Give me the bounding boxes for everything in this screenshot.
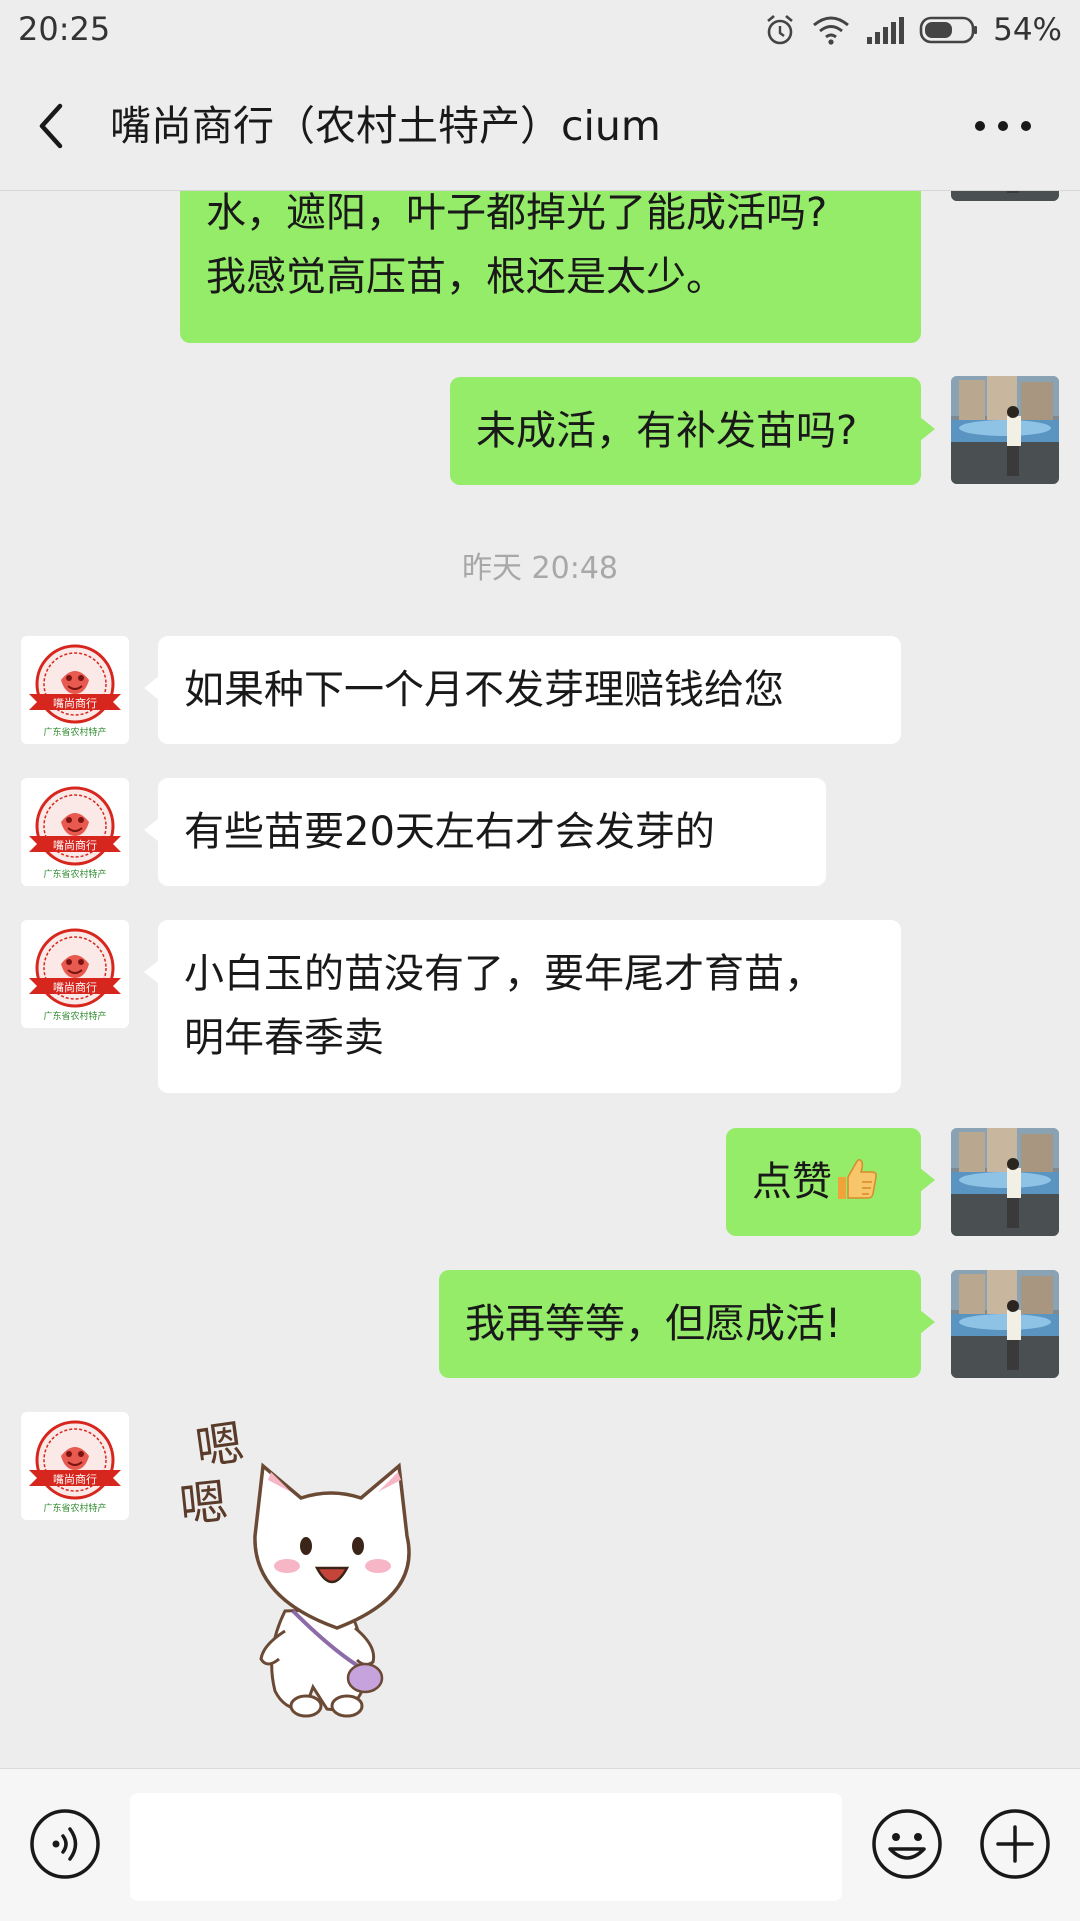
battery-percent: 54% (993, 12, 1062, 48)
alarm-icon (767, 15, 793, 45)
message-bubble-incoming[interactable]: 有些苗要20天左右才会发芽的 (144, 778, 826, 886)
message-bubble-incoming[interactable]: 如果种下一个月不发芽理赔钱给您 (144, 636, 901, 744)
message-list[interactable]: 水，遮阳，叶子都掉光了能成活吗? 我感觉高压苗，根还是太少。 未成活，有补发苗吗… (0, 191, 1080, 1768)
message-text-line: 水，遮阳，叶子都掉光了能成活吗? (206, 191, 828, 236)
signal-icon (867, 17, 905, 44)
input-bar (0, 1768, 1080, 1921)
back-button[interactable] (26, 98, 82, 154)
voice-button[interactable] (28, 1807, 102, 1881)
message-text-line: 小白玉的苗没有了，要年尾才育苗， (184, 951, 824, 997)
more-functions-button[interactable] (978, 1807, 1052, 1881)
status-bar: 20:25 54% (0, 0, 1080, 62)
chat-title: 嘴尚商行（农村土特产）cium (110, 102, 661, 150)
message-input[interactable] (130, 1793, 842, 1901)
message-bubble-outgoing[interactable]: 水，遮阳，叶子都掉光了能成活吗? 我感觉高压苗，根还是太少。 (180, 191, 921, 343)
message-bubble-outgoing[interactable]: 未成活，有补发苗吗? (450, 377, 935, 485)
message-text-line: 我感觉高压苗，根还是太少。 (206, 254, 726, 300)
message-bubble-outgoing[interactable]: 我再等等，但愿成活! (439, 1270, 935, 1378)
thumbs-up-icon (838, 1159, 877, 1199)
contact-avatar[interactable] (21, 778, 129, 886)
message-bubble-incoming[interactable]: 小白玉的苗没有了，要年尾才育苗， 明年春季卖 (144, 920, 901, 1093)
message-text: 如果种下一个月不发芽理赔钱给您 (184, 667, 784, 713)
message-bubble-outgoing[interactable]: 点赞 (726, 1128, 935, 1236)
cat-sticker[interactable]: 嗯 嗯 (175, 1406, 465, 1726)
message-text: 点赞 (752, 1159, 832, 1205)
contact-avatar[interactable] (21, 636, 129, 744)
status-icons: 54% (763, 10, 1062, 50)
status-time: 20:25 (18, 10, 111, 48)
user-avatar[interactable] (951, 191, 1059, 201)
message-timestamp: 昨天 20:48 (462, 551, 618, 586)
wifi-icon (813, 16, 850, 45)
user-avatar[interactable] (951, 1128, 1059, 1236)
contact-avatar[interactable] (21, 920, 129, 1028)
message-text: 未成活，有补发苗吗? (476, 408, 858, 454)
chat-header: 嘴尚商行（农村土特产）cium (0, 62, 1080, 191)
cat-illustration (253, 1462, 411, 1718)
more-options-button[interactable] (968, 106, 1038, 146)
emoji-button[interactable] (870, 1807, 944, 1881)
user-avatar[interactable] (951, 1270, 1059, 1378)
contact-avatar[interactable] (21, 1412, 129, 1520)
message-text: 我再等等，但愿成活! (465, 1301, 842, 1347)
message-text-line: 明年春季卖 (184, 1015, 384, 1061)
battery-icon (919, 16, 978, 44)
message-text: 有些苗要20天左右才会发芽的 (184, 809, 715, 855)
user-avatar[interactable] (951, 376, 1059, 484)
